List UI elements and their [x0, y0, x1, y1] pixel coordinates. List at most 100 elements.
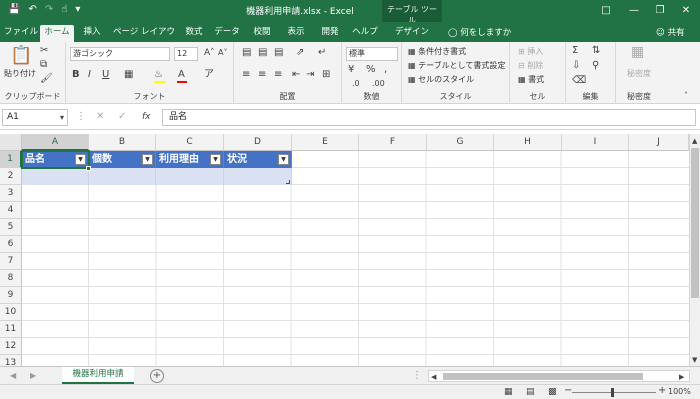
filter-dropdown-icon[interactable]: ▼: [278, 154, 289, 165]
font-name-select[interactable]: 游ゴシック: [70, 47, 170, 61]
row-header-5[interactable]: 5: [0, 219, 22, 236]
filter-dropdown-icon[interactable]: ▼: [210, 154, 221, 165]
add-sheet-button[interactable]: +: [150, 369, 164, 383]
horizontal-scroll-thumb[interactable]: [443, 373, 643, 380]
tell-me-box[interactable]: ◯ 何をしますか: [448, 26, 511, 38]
bold-icon[interactable]: B: [72, 69, 80, 81]
format-painter-icon[interactable]: 🖌: [40, 73, 53, 85]
row-header-10[interactable]: 10: [0, 304, 22, 321]
column-header-h[interactable]: H: [494, 134, 562, 151]
row-header-13[interactable]: 13: [0, 355, 22, 366]
format-as-table-button[interactable]: ▦ テーブルとして書式設定: [408, 60, 505, 71]
row-header-3[interactable]: 3: [0, 185, 22, 202]
align-right-icon[interactable]: ≡: [274, 69, 282, 81]
row-header-7[interactable]: 7: [0, 253, 22, 270]
decrease-font-icon[interactable]: A˅: [218, 47, 227, 59]
fill-icon[interactable]: ⇩: [572, 60, 580, 72]
page-layout-view-icon[interactable]: ▤: [526, 386, 535, 398]
tab-developer[interactable]: 開発: [316, 25, 344, 42]
scroll-left-icon[interactable]: ◀: [431, 371, 436, 383]
restore-button[interactable]: ❐: [648, 0, 672, 22]
table-cell-a2[interactable]: [22, 168, 89, 185]
share-button[interactable]: ☺ 共有: [656, 26, 685, 38]
zoom-slider[interactable]: [572, 392, 656, 393]
zoom-level[interactable]: 100%: [668, 387, 691, 396]
row-header-1[interactable]: 1: [0, 151, 22, 168]
insert-function-icon[interactable]: fx: [142, 111, 151, 123]
align-left-icon[interactable]: ≡: [242, 69, 250, 81]
minimize-button[interactable]: —: [622, 0, 646, 22]
close-button[interactable]: ✕: [674, 0, 698, 22]
collapse-ribbon-icon[interactable]: ˄: [684, 90, 688, 102]
table-resize-handle[interactable]: [286, 180, 290, 184]
customize-qat-icon[interactable]: ▾: [75, 3, 80, 17]
decrease-indent-icon[interactable]: ⇤: [292, 69, 300, 81]
column-header-c[interactable]: C: [156, 134, 224, 151]
column-header-b[interactable]: B: [89, 134, 156, 151]
percent-icon[interactable]: %: [366, 64, 376, 76]
tab-view[interactable]: 表示: [282, 25, 310, 42]
redo-icon[interactable]: ↷: [45, 3, 53, 17]
row-header-6[interactable]: 6: [0, 236, 22, 253]
row-header-11[interactable]: 11: [0, 321, 22, 338]
fill-handle[interactable]: [86, 166, 91, 171]
format-cells-button[interactable]: ▦ 書式: [518, 74, 544, 85]
find-select-icon[interactable]: ⚲: [592, 60, 599, 72]
tab-home[interactable]: ホーム: [40, 25, 74, 42]
row-header-12[interactable]: 12: [0, 338, 22, 355]
wrap-text-icon[interactable]: ↵: [318, 47, 326, 59]
row-header-8[interactable]: 8: [0, 270, 22, 287]
cell-styles-button[interactable]: ▦ セルのスタイル: [408, 74, 474, 85]
tab-split-icon[interactable]: ⋮: [412, 370, 422, 382]
table-cell-c2[interactable]: [156, 168, 224, 185]
save-icon[interactable]: 💾: [8, 3, 20, 17]
fill-color-icon[interactable]: ♨: [154, 69, 163, 81]
phonetic-icon[interactable]: ア: [204, 69, 214, 81]
tab-review[interactable]: 校閲: [248, 25, 276, 42]
autosum-icon[interactable]: Σ: [572, 45, 578, 57]
confidential-icon[interactable]: ▦: [631, 45, 644, 59]
scroll-down-icon[interactable]: ▼: [692, 354, 697, 366]
increase-font-icon[interactable]: A˄: [204, 47, 215, 59]
column-header-i[interactable]: I: [562, 134, 629, 151]
confidential-button-label[interactable]: 秘密度: [624, 68, 654, 79]
sheet-nav-prev-icon[interactable]: ◀: [10, 370, 16, 382]
copy-icon[interactable]: ⧉: [40, 59, 47, 71]
sheet-nav-next-icon[interactable]: ▶: [30, 370, 36, 382]
horizontal-scrollbar[interactable]: ◀ ▶: [428, 370, 690, 382]
tab-insert[interactable]: 挿入: [78, 25, 106, 42]
normal-view-icon[interactable]: ▦: [504, 386, 513, 398]
table-header-reason[interactable]: 利用理由 ▼: [156, 151, 224, 168]
paste-button[interactable]: 貼り付け: [4, 68, 36, 79]
currency-icon[interactable]: ¥: [348, 64, 354, 76]
tab-formulas[interactable]: 数式: [180, 25, 208, 42]
tab-file[interactable]: ファイル: [4, 25, 38, 42]
worksheet-grid[interactable]: A B C D E F G H I J 1 2 3 4 5 6 7 8 9 10…: [0, 134, 689, 366]
orientation-icon[interactable]: ⇗: [296, 47, 304, 59]
tab-data[interactable]: データ: [212, 25, 242, 42]
table-cell-d2[interactable]: [224, 168, 292, 185]
borders-icon[interactable]: ▦: [124, 69, 133, 81]
ribbon-display-options-icon[interactable]: □: [594, 0, 618, 22]
align-top-icon[interactable]: ▤: [242, 47, 251, 59]
tab-design[interactable]: デザイン: [388, 25, 436, 42]
sheet-tab-active[interactable]: 機器利用申請: [62, 367, 134, 384]
column-header-d[interactable]: D: [224, 134, 292, 151]
zoom-slider-thumb[interactable]: [611, 388, 614, 397]
zoom-out-icon[interactable]: −: [564, 385, 572, 397]
vertical-scroll-thumb[interactable]: [691, 148, 699, 298]
enter-icon[interactable]: ✓: [118, 111, 126, 123]
clear-icon[interactable]: ⌫: [572, 75, 586, 87]
cancel-icon[interactable]: ✕: [96, 111, 104, 123]
table-header-status[interactable]: 状況 ▼: [224, 151, 292, 168]
number-format-select[interactable]: 標準: [346, 47, 398, 61]
table-cell-b2[interactable]: [89, 168, 156, 185]
merge-center-icon[interactable]: ⊞: [322, 69, 330, 81]
tab-help[interactable]: ヘルプ: [350, 25, 380, 42]
font-size-select[interactable]: 12: [174, 47, 198, 61]
row-header-4[interactable]: 4: [0, 202, 22, 219]
cut-icon[interactable]: ✂: [40, 45, 48, 57]
formula-input[interactable]: 品名: [162, 109, 696, 126]
row-header-2[interactable]: 2: [0, 168, 22, 185]
select-all-corner[interactable]: [0, 134, 22, 151]
